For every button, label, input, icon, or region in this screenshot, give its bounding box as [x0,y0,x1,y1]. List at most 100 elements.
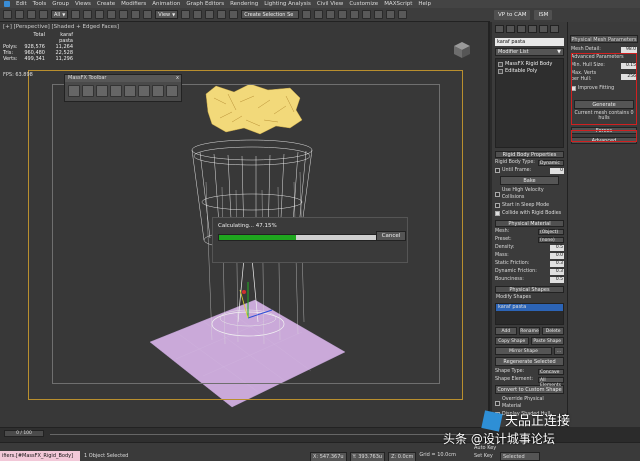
curve-editor-icon[interactable] [338,10,348,19]
region-select-icon[interactable] [95,10,105,19]
override-material-checkbox[interactable] [495,400,500,406]
link-icon[interactable] [27,10,36,19]
paste-shape-button[interactable]: Paste Shape [530,337,564,345]
cloth-icon[interactable] [96,85,108,97]
mirror-shape-button[interactable]: Mirror Shape [495,347,552,355]
menu-graph-editors[interactable]: Graph Editors [186,1,224,7]
sleep-mode-checkbox[interactable] [495,203,500,208]
dynamic-friction-field[interactable]: 0.3 [550,268,564,275]
physical-shapes-rollout[interactable]: Physical Shapes [495,286,564,293]
render-icon[interactable] [398,10,408,19]
expand-icon[interactable] [498,69,503,74]
schematic-icon[interactable] [350,10,360,19]
z-coordinate-field[interactable]: Z: 0.0cm [388,452,417,461]
app-logo-icon[interactable] [4,1,10,7]
high-velocity-checkbox[interactable] [495,191,500,197]
x-coordinate-field[interactable]: X: 547.367u [310,452,347,461]
unlink-icon[interactable] [39,10,48,19]
preset-dropdown[interactable]: (none) [538,236,564,243]
reference-coord-dropdown[interactable]: View ▼ [155,10,179,19]
select-by-name-icon[interactable] [83,10,93,19]
reset-simulation-icon[interactable] [138,85,150,97]
shape-list-selected-item[interactable]: karaf pasta [496,304,563,311]
angle-snap-icon[interactable] [205,10,215,19]
ragdoll-icon[interactable] [124,85,136,97]
utilities-tab-icon[interactable] [550,25,559,33]
undo-icon[interactable] [3,10,12,19]
mesh-detail-field[interactable]: 98.0 [621,46,637,53]
menu-customize[interactable]: Customize [349,1,378,7]
window-crossing-icon[interactable] [107,10,117,19]
layer-icon[interactable] [326,10,336,19]
snap-icon[interactable] [193,10,203,19]
rename-shape-button[interactable]: Rename [518,327,541,335]
step-simulation-icon[interactable] [166,85,178,97]
menu-group[interactable]: Group [52,1,69,7]
display-tab-icon[interactable] [539,25,548,33]
align-icon[interactable] [314,10,324,19]
menu-animation[interactable]: Animation [152,1,180,7]
menu-modifiers[interactable]: Modifiers [121,1,146,7]
rigid-body-rollout[interactable]: Rigid Body Properties [495,151,564,158]
menu-rendering[interactable]: Rendering [230,1,258,7]
menu-maxscript[interactable]: MAXScript [384,1,412,7]
copy-shape-button[interactable]: Copy Shape [495,337,529,345]
menu-tools[interactable]: Tools [33,1,47,7]
named-selection-dropdown[interactable]: Create Selection Se [241,10,300,19]
stack-item-editable-poly[interactable]: Editable Poly [498,68,561,75]
render-frame-icon[interactable] [386,10,396,19]
mirror-options-button[interactable]: ... [554,347,564,355]
menu-civil-view[interactable]: Civil View [317,1,343,7]
menu-edit[interactable]: Edit [16,1,27,7]
maxscript-listener[interactable]: ifiers.[#MassFX_Rigid_Body] [0,451,80,461]
material-editor-icon[interactable] [362,10,372,19]
viewport-label[interactable]: [+] [Perspective] [Shaded + Edged Faces] [3,24,119,30]
percent-snap-icon[interactable] [217,10,227,19]
spinner-snap-icon[interactable] [229,10,239,19]
delete-shape-button[interactable]: Delete [542,327,565,335]
bounciness-field[interactable]: 0.5 [550,276,564,283]
move-icon[interactable] [119,10,129,19]
stack-item-rigid-body[interactable]: MassFX Rigid Body [498,61,561,68]
modifier-list-dropdown[interactable]: Modifier List ▼ [495,48,564,56]
select-object-icon[interactable] [71,10,81,19]
y-coordinate-field[interactable]: Y: 393.763u [349,452,386,461]
physical-material-rollout[interactable]: Physical Material [495,220,564,227]
expand-icon[interactable] [498,62,503,67]
close-icon[interactable]: x [176,75,179,82]
selection-filter-dropdown[interactable]: All ▼ [51,10,69,19]
pivot-icon[interactable] [181,10,191,19]
physical-mesh-rollout[interactable]: Physical Mesh Parameters [570,35,638,43]
hierarchy-tab-icon[interactable] [517,25,526,33]
object-name-field[interactable]: karaf pasta [495,38,564,46]
convert-custom-shape-button[interactable]: Convert to Custom Shape [495,385,564,394]
perspective-viewport[interactable]: [+] [Perspective] [Shaded + Edged Faces]… [0,22,490,427]
render-setup-icon[interactable] [374,10,384,19]
massfx-toolbar[interactable]: MassFX Toolbar x [64,74,182,102]
shape-type-dropdown[interactable]: Concave [538,368,564,375]
menu-views[interactable]: Views [75,1,91,7]
rotate-icon[interactable] [131,10,141,19]
modify-tab-icon[interactable] [506,25,515,33]
menu-help[interactable]: Help [418,1,431,7]
tab-ism[interactable]: ISM [534,10,553,20]
until-frame-checkbox[interactable] [495,168,500,173]
motion-tab-icon[interactable] [528,25,537,33]
mass-field[interactable]: 0.0 [550,252,564,259]
timeline[interactable]: 0 / 100 [0,427,490,442]
static-friction-field[interactable]: 0.3 [550,260,564,267]
collide-rigid-checkbox[interactable] [495,211,500,216]
menu-create[interactable]: Create [97,1,115,7]
density-field[interactable]: 0.5 [550,244,564,251]
mesh-dropdown[interactable]: (Object) [538,228,564,235]
cancel-button[interactable]: Cancel [376,231,406,241]
rigid-body-icon[interactable] [82,85,94,97]
add-shape-button[interactable]: Add [495,327,517,335]
regenerate-selected-button[interactable]: Regenerate Selected [495,357,564,366]
play-simulation-icon[interactable] [152,85,164,97]
world-parameters-icon[interactable] [68,85,80,97]
mirror-icon[interactable] [302,10,312,19]
rigid-body-type-dropdown[interactable]: Dynamic [538,159,564,166]
until-frame-value[interactable]: 0 [550,167,564,174]
bake-button[interactable]: Bake [500,176,559,185]
